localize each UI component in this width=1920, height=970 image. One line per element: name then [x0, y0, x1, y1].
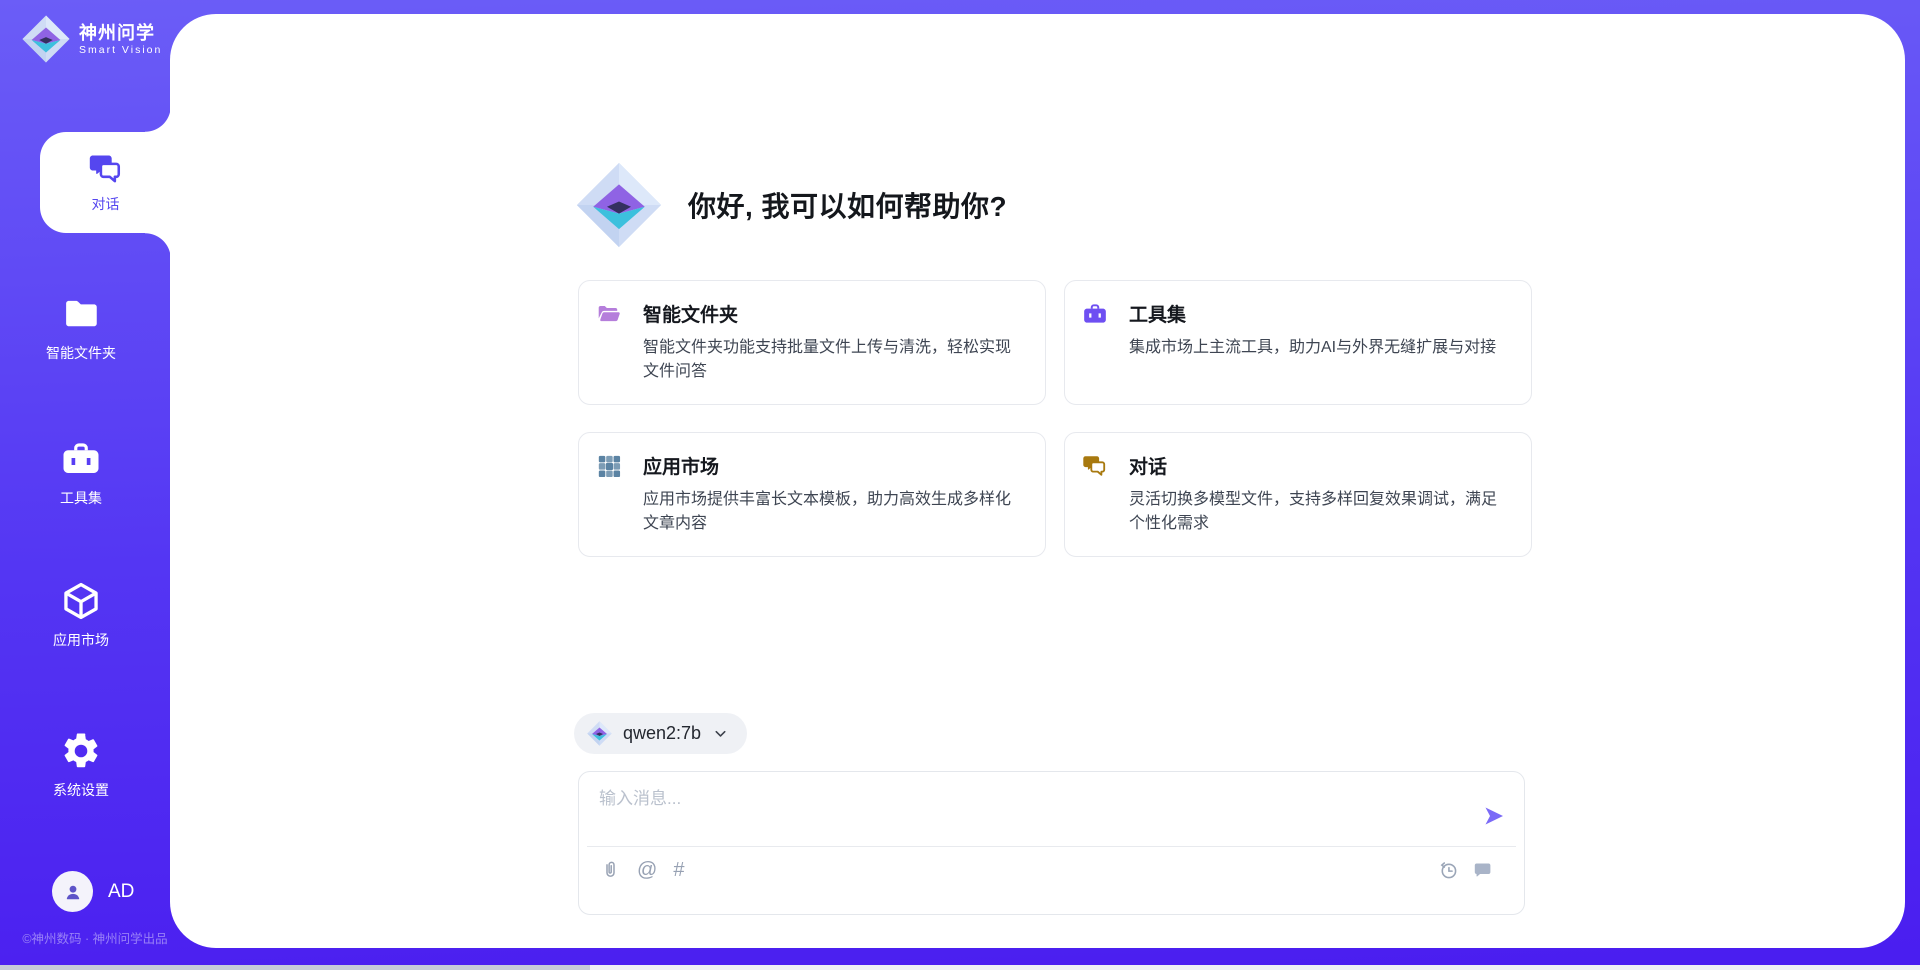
- card-app-market[interactable]: 应用市场 应用市场提供丰富长文本模板，助力高效生成多样化文章内容: [578, 432, 1046, 557]
- greeting-text: 你好, 我可以如何帮助你?: [688, 185, 1007, 225]
- composer-right-actions: [1438, 860, 1493, 881]
- sidebar-item-label: 工具集: [60, 488, 102, 508]
- app-tagline: Smart Vision: [79, 44, 162, 57]
- copyright-text: ©神州数码 · 神州问学出品: [0, 928, 190, 947]
- model-name: qwen2:7b: [623, 723, 701, 744]
- composer-divider: [587, 846, 1516, 847]
- sidebar-item-label: 系统设置: [53, 780, 109, 800]
- cube-icon: [60, 580, 102, 622]
- sidebar-item-label: 对话: [92, 194, 120, 214]
- gear-icon: [60, 730, 102, 772]
- folder-icon: [60, 293, 102, 335]
- user-profile[interactable]: AD: [52, 871, 134, 912]
- grid-icon: [596, 453, 622, 479]
- chat-bubbles-icon: [88, 151, 124, 187]
- card-description: 应用市场提供丰富长文本模板，助力高效生成多样化文章内容: [643, 488, 1021, 535]
- card-toolset[interactable]: 工具集 集成市场上主流工具，助力AI与外界无缝扩展与对接: [1064, 280, 1532, 405]
- toolbox-icon: [1082, 301, 1108, 327]
- card-chat[interactable]: 对话 灵活切换多模型文件，支持多样回复效果调试，满足个性化需求: [1064, 432, 1532, 557]
- sidebar-item-toolset[interactable]: 工具集: [0, 438, 162, 508]
- card-description: 智能文件夹功能支持批量文件上传与清洗，轻松实现文件问答: [643, 336, 1021, 383]
- message-input[interactable]: [599, 784, 1459, 842]
- horizontal-scrollbar[interactable]: [0, 965, 1920, 970]
- scrollbar-thumb[interactable]: [0, 965, 590, 970]
- model-selector[interactable]: qwen2:7b: [574, 713, 747, 754]
- user-name: AD: [108, 881, 134, 903]
- sidebar-item-label: 应用市场: [53, 630, 109, 650]
- card-smart-folder[interactable]: 智能文件夹 智能文件夹功能支持批量文件上传与清洗，轻松实现文件问答: [578, 280, 1046, 405]
- card-title: 智能文件夹: [643, 300, 738, 327]
- person-icon: [61, 880, 85, 904]
- sidebar-item-app-market[interactable]: 应用市场: [0, 580, 162, 650]
- card-title: 对话: [1129, 452, 1167, 479]
- card-description: 灵活切换多模型文件，支持多样回复效果调试，满足个性化需求: [1129, 488, 1507, 535]
- sidebar-item-settings[interactable]: 系统设置: [0, 730, 162, 800]
- sidebar-item-chat[interactable]: 对话: [40, 132, 171, 233]
- card-title: 工具集: [1129, 300, 1186, 327]
- history-icon[interactable]: [1438, 860, 1459, 881]
- diamond-logo-icon: [576, 162, 662, 248]
- diamond-logo-icon: [587, 721, 612, 746]
- tab-curve-bottom: [145, 233, 171, 259]
- feature-cards: 智能文件夹 智能文件夹功能支持批量文件上传与清洗，轻松实现文件问答 工具集 集成…: [578, 280, 1532, 557]
- app-logo: 神州问学 Smart Vision: [22, 15, 162, 63]
- paperclip-icon[interactable]: [600, 860, 621, 881]
- chat-bubble-icon[interactable]: [1472, 860, 1493, 881]
- app-name: 神州问学: [79, 22, 162, 44]
- diamond-logo-icon: [22, 15, 70, 63]
- card-title: 应用市场: [643, 452, 719, 479]
- avatar: [52, 871, 93, 912]
- chat-bubbles-icon: [1082, 453, 1108, 479]
- toolbox-icon: [60, 438, 102, 480]
- card-description: 集成市场上主流工具，助力AI与外界无缝扩展与对接: [1129, 336, 1507, 360]
- sidebar-item-smart-folder[interactable]: 智能文件夹: [0, 293, 162, 363]
- chevron-down-icon: [712, 725, 729, 742]
- tab-curve-top: [145, 106, 171, 132]
- at-icon[interactable]: @: [637, 860, 657, 881]
- message-composer: @ #: [578, 771, 1525, 915]
- folder-open-icon: [596, 301, 622, 327]
- sidebar-item-label: 智能文件夹: [46, 343, 116, 363]
- greeting: 你好, 我可以如何帮助你?: [576, 162, 1007, 248]
- hash-icon[interactable]: #: [673, 860, 684, 881]
- send-icon[interactable]: [1482, 804, 1506, 828]
- composer-toolbar: @ #: [600, 860, 684, 881]
